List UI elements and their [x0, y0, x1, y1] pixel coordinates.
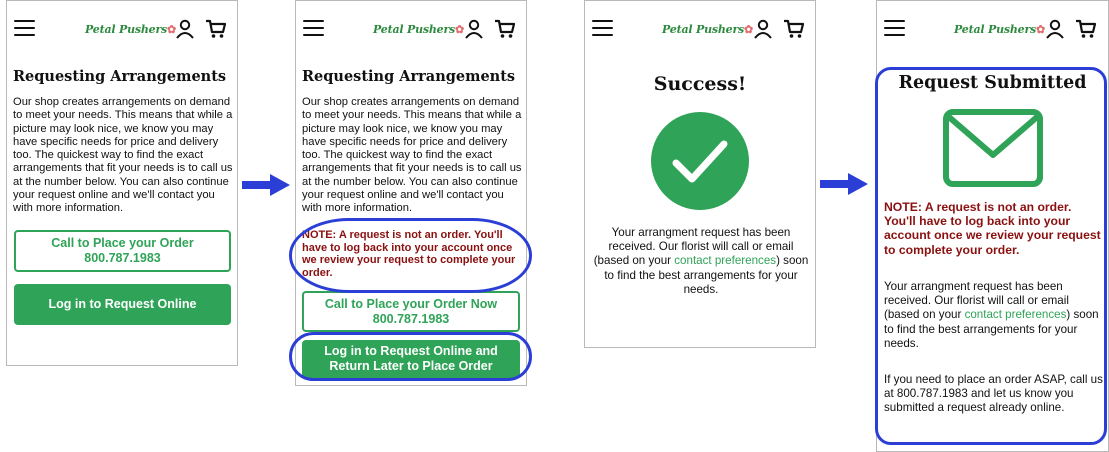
checkmark-circle-icon	[651, 112, 749, 210]
hamburger-menu-icon[interactable]	[14, 20, 35, 38]
call-to-order-button[interactable]: Call to Place your Order Now 800.787.198…	[302, 291, 520, 332]
contact-preferences-link[interactable]: contact preferences	[674, 254, 776, 267]
top-nav-bar: Petal Pushers✿	[877, 1, 1108, 61]
login-button-line1: Log in to Request Online and	[324, 344, 498, 358]
flow-arrow-2	[820, 173, 868, 195]
login-button-label: Log in to Request Online	[48, 297, 197, 311]
brand-logo[interactable]: Petal Pushers✿	[662, 23, 753, 36]
page-title: Requesting Arrangements	[302, 68, 516, 85]
submitted-title: Request Submitted	[898, 73, 1087, 93]
screen-requesting-arrangements: Petal Pushers✿ Requesting Arrangements O…	[6, 0, 238, 366]
page-title: Requesting Arrangements	[13, 68, 227, 85]
call-to-order-button[interactable]: Call to Place your Order 800.787.1983	[14, 230, 231, 272]
submitted-message: Your arrangment request has been receive…	[884, 280, 1106, 351]
top-nav-bar: Petal Pushers✿	[7, 1, 237, 61]
hamburger-menu-icon[interactable]	[303, 20, 324, 38]
request-not-order-note: NOTE: A request is not an order. You'll …	[302, 229, 516, 279]
phone-number: 800.787.1983	[84, 251, 161, 265]
cart-icon[interactable]	[1075, 19, 1097, 39]
login-button-line2: Return Later to Place Order	[329, 359, 493, 373]
call-button-label: Call to Place your Order	[51, 236, 194, 250]
screen-request-submitted: Petal Pushers✿ Request Submitted NOTE: A…	[876, 0, 1109, 452]
flow-arrow-1	[242, 174, 290, 196]
top-nav-bar: Petal Pushers✿	[585, 1, 815, 61]
request-not-order-note: NOTE: A request is not an order. You'll …	[884, 200, 1101, 257]
account-icon[interactable]	[464, 19, 484, 39]
phone-number: 800.787.1983	[372, 311, 450, 326]
hamburger-menu-icon[interactable]	[592, 20, 613, 38]
intro-paragraph: Our shop creates arrangements on demand …	[302, 96, 522, 215]
cart-icon[interactable]	[494, 19, 516, 39]
asap-message: If you need to place an order ASAP, call…	[884, 373, 1103, 415]
login-request-button[interactable]: Log in to Request Online	[14, 284, 231, 325]
login-request-later-button[interactable]: Log in to Request Online and Return Late…	[302, 340, 520, 378]
brand-logo[interactable]: Petal Pushers✿	[85, 23, 176, 36]
account-icon[interactable]	[753, 19, 773, 39]
contact-preferences-link[interactable]: contact preferences	[965, 308, 1067, 321]
hamburger-menu-icon[interactable]	[884, 20, 905, 38]
brand-logo[interactable]: Petal Pushers✿	[954, 23, 1045, 36]
brand-logo[interactable]: Petal Pushers✿	[373, 23, 464, 36]
success-message: Your arrangment request has been receive…	[591, 226, 811, 297]
intro-paragraph: Our shop creates arrangements on demand …	[13, 96, 233, 215]
account-icon[interactable]	[175, 19, 195, 39]
envelope-icon	[943, 109, 1043, 187]
cart-icon[interactable]	[205, 19, 227, 39]
top-nav-bar: Petal Pushers✿	[296, 1, 526, 61]
screen-success: Petal Pushers✿ Success! Your arrangment …	[584, 0, 816, 348]
screen-requesting-arrangements-revised: Petal Pushers✿ Requesting Arrangements O…	[295, 0, 527, 386]
success-title: Success!	[653, 73, 747, 95]
cart-icon[interactable]	[783, 19, 805, 39]
account-icon[interactable]	[1045, 19, 1065, 39]
call-button-label: Call to Place your Order Now	[324, 296, 498, 311]
